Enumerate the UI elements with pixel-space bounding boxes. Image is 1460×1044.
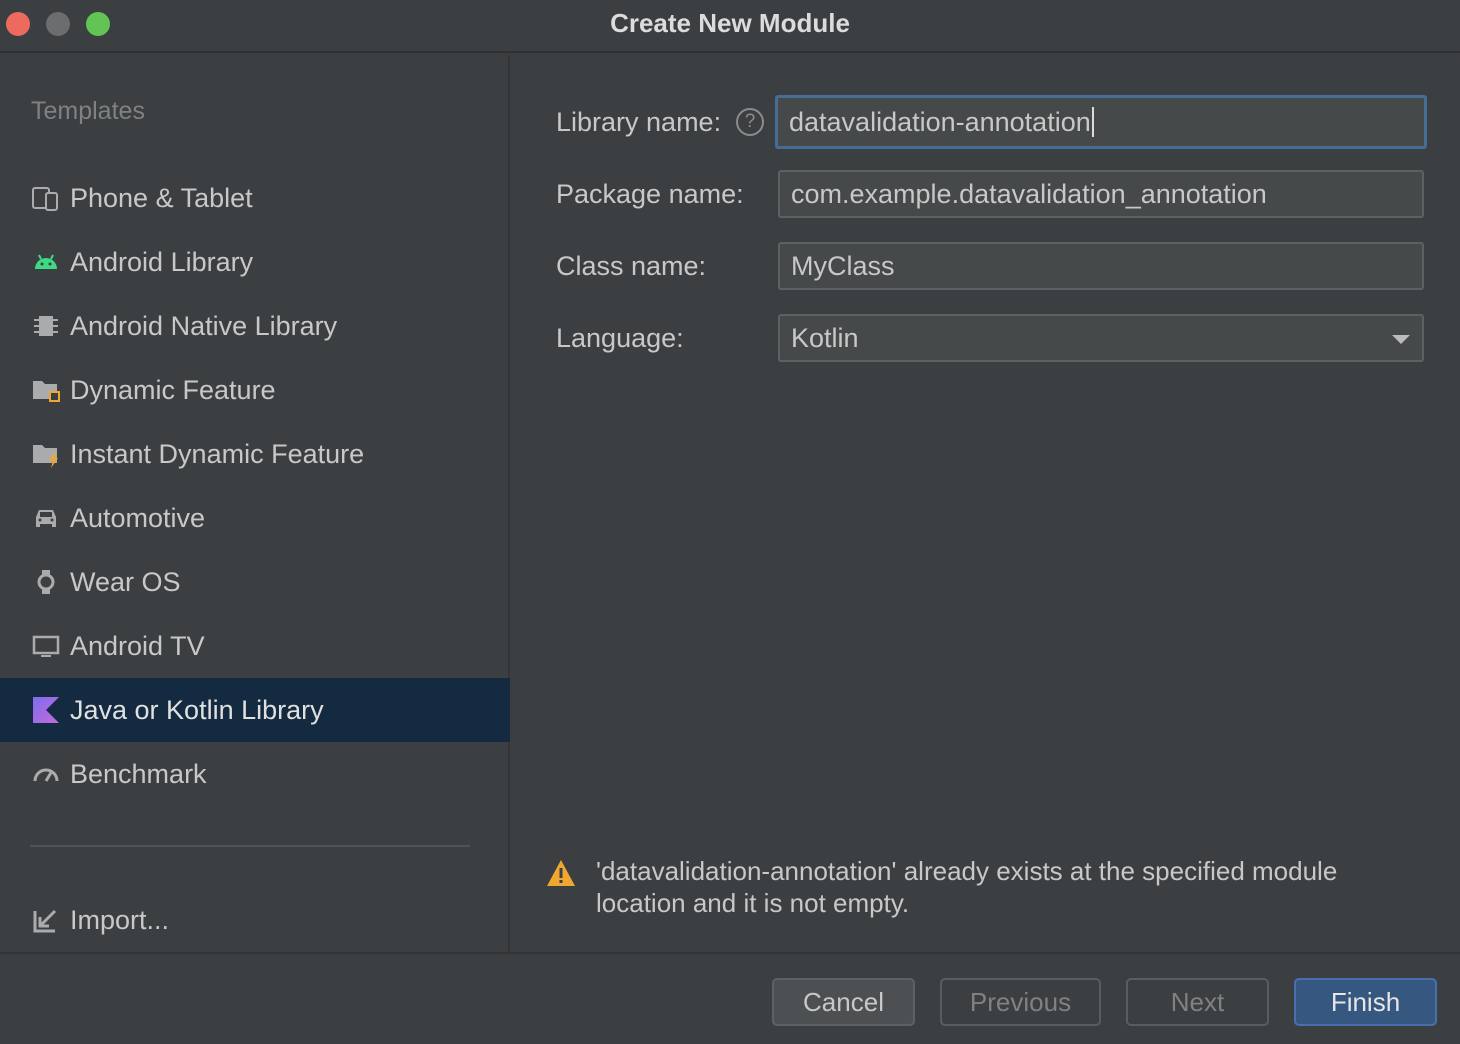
package-name-field[interactable]: com.example.datavalidation_annotation [778,170,1424,218]
sidebar-item-label: Dynamic Feature [70,374,276,405]
templates-heading: Templates [31,97,145,125]
android-icon [31,247,61,277]
finish-button[interactable]: Finish [1294,978,1437,1026]
sidebar-item-benchmark[interactable]: Benchmark [0,742,510,806]
sidebar-item-android-native-library[interactable]: Android Native Library [0,294,510,358]
next-button[interactable]: Next [1126,978,1269,1026]
library-name-field[interactable]: datavalidation-annotation [775,95,1427,149]
phone-tablet-icon [31,183,61,213]
sidebar-item-label: Benchmark [70,758,207,789]
dynamic-feature-icon [31,375,61,405]
text-caret [1091,107,1094,137]
import-label: Import... [70,904,170,935]
language-label: Language: [556,323,684,353]
sidebar-item-wear-os[interactable]: Wear OS [0,550,510,614]
sidebar-item-label: Android TV [70,630,205,661]
sidebar-item-java-kotlin-library[interactable]: Java or Kotlin Library [0,678,510,742]
sidebar-item-label: Phone & Tablet [70,182,253,213]
import-arrow-icon [31,905,61,935]
sidebar-item-automotive[interactable]: Automotive [0,486,510,550]
car-icon [31,503,61,533]
cancel-button[interactable]: Cancel [772,978,915,1026]
library-name-label: Library name: [556,107,722,137]
warning-message: 'datavalidation-annotation' already exis… [546,855,1426,919]
title-bar: Create New Module [0,0,1460,53]
help-icon[interactable]: ? [736,108,764,136]
class-name-label: Class name: [556,251,707,281]
sidebar-item-instant-dynamic-feature[interactable]: Instant Dynamic Feature [0,422,510,486]
package-name-label: Package name: [556,179,744,209]
templates-sidebar: Templates Phone & Tablet Android Library… [0,55,510,952]
sidebar-item-label: Automotive [70,502,206,533]
sidebar-item-android-library[interactable]: Android Library [0,230,510,294]
previous-button[interactable]: Previous [940,978,1101,1026]
module-config-panel: Library name: ? datavalidation-annotatio… [512,55,1460,952]
chevron-down-icon [1392,335,1410,344]
class-name-field[interactable]: MyClass [778,242,1424,290]
sidebar-item-label: Android Library [70,246,254,277]
library-name-value: datavalidation-annotation [789,106,1091,137]
sidebar-item-android-tv[interactable]: Android TV [0,614,510,678]
import-item[interactable]: Import... [0,888,510,952]
sidebar-divider [30,845,470,847]
tv-icon [31,631,61,661]
class-name-value: MyClass [791,250,895,281]
sidebar-item-label: Instant Dynamic Feature [70,438,365,469]
window-title: Create New Module [610,8,850,38]
native-library-icon [31,311,61,341]
gauge-icon [31,759,61,789]
dialog-footer: Cancel Previous Next Finish [0,952,1460,1044]
watch-icon [31,567,61,597]
sidebar-item-dynamic-feature[interactable]: Dynamic Feature [0,358,510,422]
sidebar-item-label: Java or Kotlin Library [70,694,324,725]
language-value: Kotlin [791,322,859,353]
kotlin-icon [31,695,61,725]
instant-feature-icon [31,439,61,469]
language-select[interactable]: Kotlin [778,314,1424,362]
warning-icon [546,859,576,887]
sidebar-item-phone-tablet[interactable]: Phone & Tablet [0,166,510,230]
warning-text: 'datavalidation-annotation' already exis… [596,856,1338,918]
sidebar-item-label: Android Native Library [70,310,338,341]
sidebar-item-label: Wear OS [70,566,181,597]
package-name-value: com.example.datavalidation_annotation [791,178,1267,209]
